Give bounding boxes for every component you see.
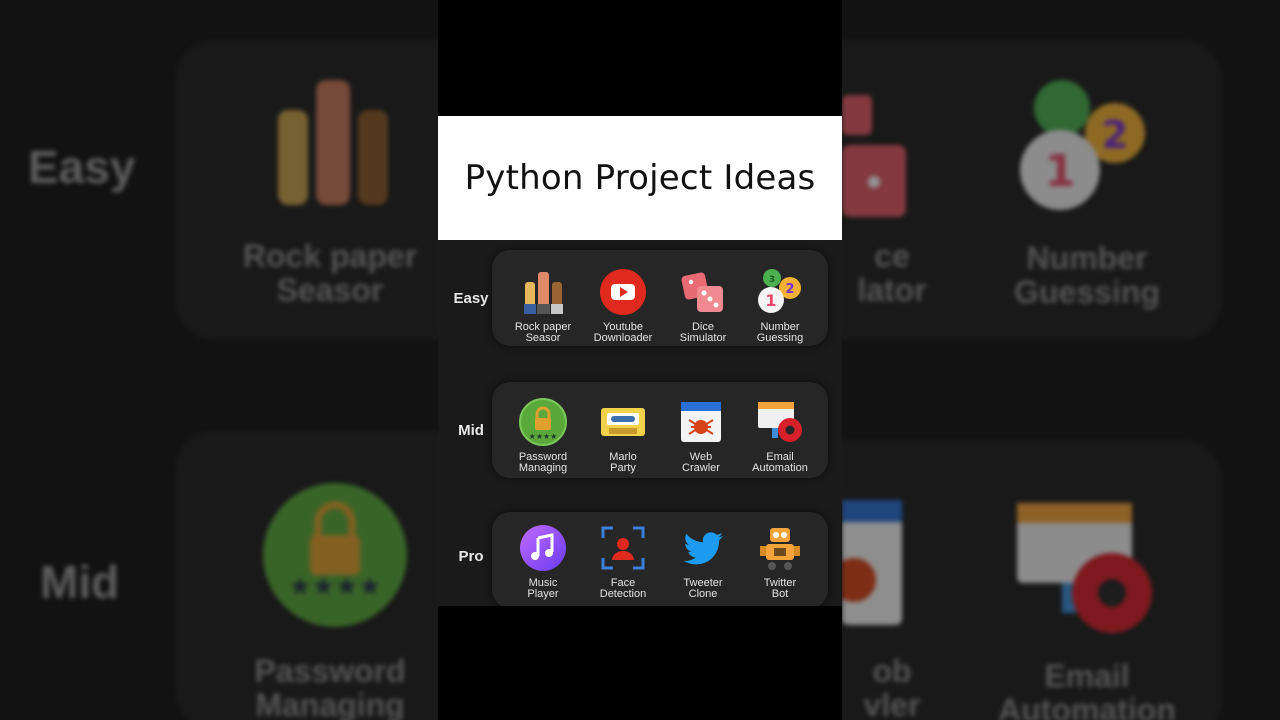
title-band: Python Project Ideas xyxy=(438,116,842,240)
number-bubbles-icon: 1 2 3 xyxy=(756,268,804,316)
bg-rock-line1: Rock paper xyxy=(242,238,418,274)
bg-number-line2: Guessing xyxy=(1014,273,1160,310)
project-dice-simulator[interactable]: Dice Simulator xyxy=(660,268,746,344)
project-email-automation[interactable]: Email Automation xyxy=(737,398,823,474)
bg-email-line1: Email xyxy=(1044,658,1130,694)
project-marlo-party[interactable]: Marlo Party xyxy=(580,398,666,474)
bg-number-line1: Number xyxy=(1026,240,1148,276)
level-row-pro: Pro Music Player Face Detection Tweeter … xyxy=(438,512,842,606)
project-tweeter-clone[interactable]: Tweeter Clone xyxy=(660,524,746,600)
level-label-mid: Mid xyxy=(458,422,484,439)
svg-text:1: 1 xyxy=(765,291,776,310)
spider-web-icon xyxy=(677,398,725,446)
twitter-bird-icon xyxy=(679,524,727,572)
item-label-line2: Downloader xyxy=(593,332,653,344)
bg-raised-hands-icon xyxy=(278,80,388,205)
svg-text:★★★★: ★★★★ xyxy=(529,432,558,441)
email-gear-icon xyxy=(756,398,804,446)
youtube-icon xyxy=(599,268,647,316)
level-label-pro: Pro xyxy=(458,548,484,565)
item-label-line2: Bot xyxy=(771,588,789,600)
bg-number-bubbles-icon: 1 2 xyxy=(1020,80,1145,210)
password-lock-icon: ★★★★ xyxy=(519,398,567,446)
bg-email-gear-icon xyxy=(1017,503,1152,633)
item-label-line2: Player xyxy=(527,588,559,600)
item-label-line2: Managing xyxy=(518,462,568,474)
item-label-line2: Guessing xyxy=(756,332,804,344)
bg-email-line2: Automation xyxy=(998,691,1176,720)
project-web-crawler[interactable]: Web Crawler xyxy=(658,398,744,474)
item-label-line2: Detection xyxy=(599,588,647,600)
svg-text:3: 3 xyxy=(769,275,775,285)
bg-password-line2: Managing xyxy=(255,686,405,720)
svg-text:2: 2 xyxy=(785,282,794,297)
project-number-guessing[interactable]: 1 2 3 Number Guessing xyxy=(737,268,823,344)
dice-icon xyxy=(679,268,727,316)
level-label-easy: Easy xyxy=(453,290,489,307)
bg-dice-icon xyxy=(842,95,906,217)
item-label-line2: Crawler xyxy=(682,462,720,474)
cassette-icon xyxy=(599,398,647,446)
background-left-blur: Easy Rock paper Seasor Mid ★★★★ Password… xyxy=(0,0,438,720)
project-youtube-downloader[interactable]: Youtube Downloader xyxy=(580,268,666,344)
project-password-managing[interactable]: ★★★★ Password Managing xyxy=(500,398,586,474)
bg-password-lock-icon: ★★★★ xyxy=(263,483,407,627)
item-label-line2: Simulator xyxy=(679,332,727,344)
main-panel: Python Project Ideas Easy Rock paper Sea… xyxy=(438,0,842,720)
bg-level-easy: Easy xyxy=(28,141,136,193)
project-twitter-bot[interactable]: Twitter Bot xyxy=(737,524,823,600)
svg-text:★★★★: ★★★★ xyxy=(288,572,381,602)
level-row-easy: Easy Rock paper Seasor Youtube Downloade… xyxy=(438,250,842,356)
robot-icon xyxy=(756,524,804,572)
svg-text:2: 2 xyxy=(1102,113,1128,157)
bg-level-mid: Mid xyxy=(40,556,120,608)
project-grid: Easy Rock paper Seasor Youtube Downloade… xyxy=(438,240,842,606)
item-label-line2: Party xyxy=(610,462,636,474)
item-label-line2: Clone xyxy=(688,588,718,600)
face-scan-icon xyxy=(599,524,647,572)
bg-spider-web-icon xyxy=(842,500,902,625)
svg-text:1: 1 xyxy=(1045,146,1076,197)
level-row-mid: Mid ★★★★ Password Managing Marlo Party W… xyxy=(438,382,842,488)
item-label-line2: Seasor xyxy=(525,332,561,344)
project-face-detection[interactable]: Face Detection xyxy=(580,524,666,600)
music-note-icon xyxy=(519,524,567,572)
bg-rock-line2: Seasor xyxy=(276,271,384,308)
bg-password-line1: Password xyxy=(254,653,406,689)
project-rock-paper-scissors[interactable]: Rock paper Seasor xyxy=(500,268,586,344)
raised-hands-icon xyxy=(519,268,567,316)
background-right-blur: 1 2 ce lator Number Guessing ob vler Email… xyxy=(842,0,1280,720)
page-title: Python Project Ideas xyxy=(464,158,816,198)
project-music-player[interactable]: Music Player xyxy=(500,524,586,600)
item-label-line2: Automation xyxy=(752,462,808,474)
